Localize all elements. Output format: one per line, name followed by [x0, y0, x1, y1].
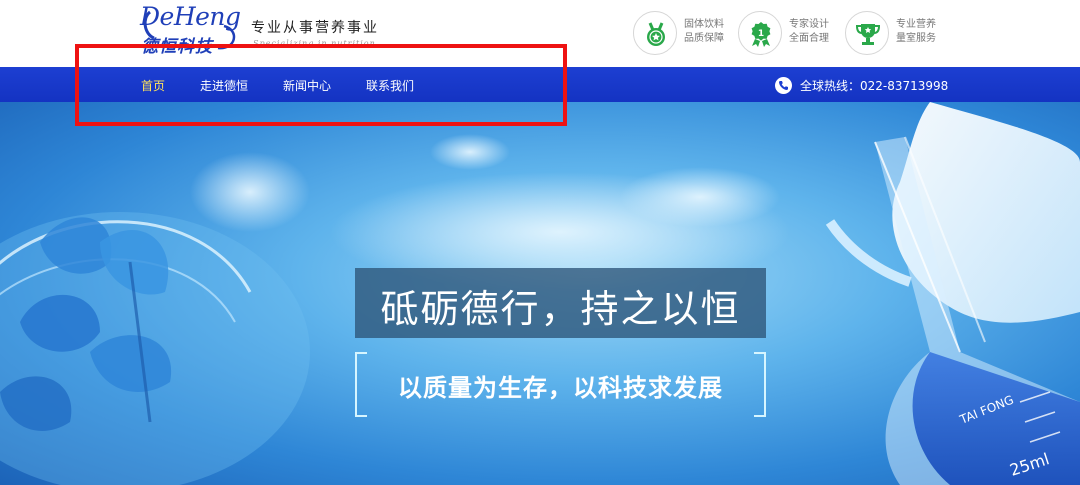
- tagline: 砥砺德行，持之以恒: [380, 287, 741, 331]
- tagline-panel: 砥砺德行，持之以恒: [355, 268, 766, 338]
- badge-expert-line1: 专家设计: [789, 19, 829, 30]
- hotline: 全球热线：022-83713998: [775, 76, 948, 94]
- badge-expert-line2: 全面合理: [789, 33, 829, 44]
- badge-service-line1: 专业营养: [896, 19, 936, 30]
- award-icon: 1: [738, 11, 782, 55]
- glove-holding-beaker: TAI FONG 25ml: [825, 102, 1080, 485]
- badge-service-line2: 量室服务: [896, 33, 936, 44]
- badge-quality-line1: 固体饮料: [684, 19, 724, 30]
- bokeh-spot: [620, 167, 780, 227]
- phone-icon: [775, 76, 792, 94]
- subline-frame: 以质量为生存，以科技求发展: [355, 352, 766, 417]
- highlight-box: [75, 44, 567, 126]
- hotline-text: 全球热线：022-83713998: [800, 78, 949, 93]
- bokeh-spot: [430, 134, 510, 170]
- logo-text-en: DeHeng: [140, 2, 241, 31]
- medal-icon: [633, 11, 677, 55]
- trophy-icon: [845, 11, 889, 55]
- slogan: 专业从事营养事业: [251, 20, 379, 36]
- svg-text:1: 1: [758, 29, 764, 39]
- badge-quality-line2: 品质保障: [684, 33, 724, 44]
- hero-banner: TAI FONG 25ml 砥砺德行，持之以恒 以质量为生存，以科技求发展: [0, 102, 1080, 485]
- petri-dish-with-leaves: [0, 212, 310, 485]
- bokeh-spot: [190, 152, 310, 232]
- subline: 以质量为生存，以科技求发展: [398, 374, 723, 402]
